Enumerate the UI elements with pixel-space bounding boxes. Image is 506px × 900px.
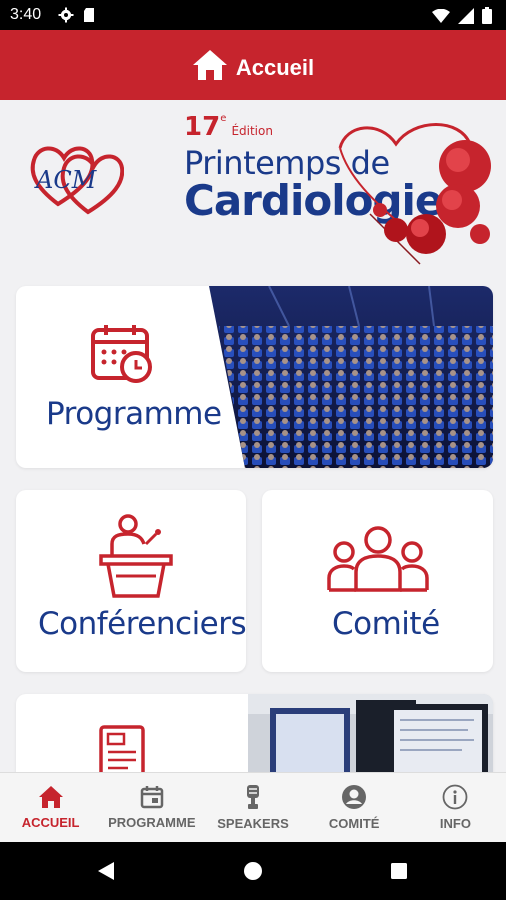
documents-card[interactable] — [16, 694, 493, 772]
speakers-card-label: Conférenciers — [38, 606, 246, 642]
speaker-podium-icon — [99, 514, 173, 598]
home-button-icon[interactable] — [243, 861, 263, 881]
bottom-navigation: ACCUEIL PROGRAMME SPEAKERS COMITÉ INFO — [0, 772, 506, 842]
status-bar: 3:40 — [0, 0, 506, 30]
status-time: 3:40 — [10, 6, 42, 23]
sd-card-icon — [84, 8, 94, 22]
nav-programme[interactable]: PROGRAMME — [101, 773, 202, 842]
svg-text:ACM: ACM — [34, 166, 98, 194]
nav-comite[interactable]: COMITÉ — [304, 773, 405, 842]
nav-accueil[interactable]: ACCUEIL — [0, 773, 101, 842]
audience-photo — [209, 286, 493, 468]
back-icon[interactable] — [96, 861, 116, 881]
page-title: Accueil — [235, 55, 315, 80]
speakers-card[interactable]: Conférenciers — [16, 490, 246, 672]
edition-badge: 17e Édition — [184, 112, 273, 142]
document-icon — [99, 725, 145, 772]
heart-flowers-decoration — [338, 123, 491, 265]
programme-card-label: Programme — [46, 396, 222, 432]
microphone-icon — [247, 785, 259, 809]
computer-screens-photo — [248, 694, 493, 772]
acm-logo: ACM — [30, 146, 124, 215]
nav-info[interactable]: INFO — [405, 773, 506, 842]
signal-icon — [458, 7, 474, 24]
committee-card-label: Comité — [332, 606, 440, 642]
wifi-icon — [432, 8, 450, 23]
system-navigation-bar — [0, 842, 506, 900]
calendar-clock-icon — [91, 325, 152, 383]
home-icon — [192, 50, 227, 80]
calendar-icon — [140, 786, 164, 809]
home-content[interactable]: ACM 17e Édition Printemps de Cardiologie — [0, 100, 506, 772]
nav-speakers[interactable]: SPEAKERS — [202, 773, 303, 842]
app-header: Accueil — [0, 30, 506, 100]
home-icon — [38, 786, 63, 808]
account-icon — [342, 785, 367, 809]
programme-card[interactable]: Programme — [16, 286, 493, 468]
group-icon — [327, 526, 429, 592]
event-banner: ACM 17e Édition Printemps de Cardiologie — [0, 100, 506, 280]
recents-icon[interactable] — [390, 862, 408, 880]
committee-card[interactable]: Comité — [262, 490, 493, 672]
battery-icon — [482, 7, 492, 24]
info-icon — [443, 784, 468, 810]
settings-gear-icon — [58, 7, 74, 23]
